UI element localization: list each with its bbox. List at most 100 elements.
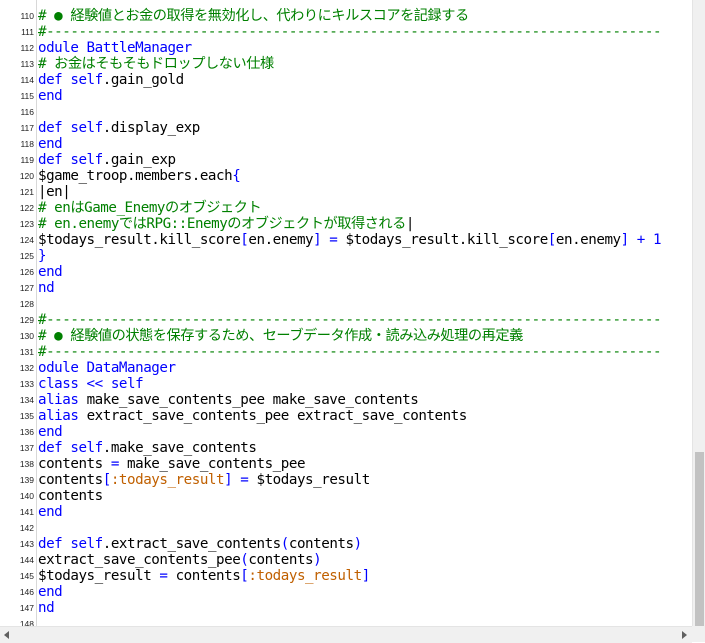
code-line[interactable]: end (38, 584, 63, 600)
line-number: 111 (21, 27, 34, 37)
code-token: def (38, 440, 71, 456)
line-number: 112 (20, 43, 34, 53)
code-line[interactable]: } (38, 248, 47, 264)
code-line[interactable]: $game_troop.members.each{ (38, 168, 241, 184)
code-token: # en.enemyではRPG::Enemyのオブジェクトが取得される (38, 216, 406, 232)
code-token: $todays_result.kill_score (38, 232, 241, 248)
code-token: nd (38, 280, 55, 296)
code-line[interactable]: # enはGame_Enemyのオブジェクト (38, 200, 262, 216)
scroll-left-arrow-icon[interactable] (4, 631, 9, 639)
code-token: end (38, 88, 63, 104)
code-line[interactable]: #---------------------------------------… (38, 24, 662, 40)
code-token: :todays_result (248, 568, 362, 584)
vertical-scrollbar-thumb[interactable] (695, 452, 704, 626)
code-token: odule DataManager (38, 360, 176, 376)
code-editor[interactable]: 110 111 112 113 114 115 116 117 118 119 120 121 122 1… (0, 0, 692, 626)
code-line[interactable]: end (38, 264, 63, 280)
code-token: .make_save_contents (102, 440, 257, 456)
code-line[interactable]: # ● 経験値の状態を保存するため、セーブデータ作成・読み込み処理の再定義 (38, 328, 523, 344)
code-token: $todays_result (38, 568, 160, 584)
line-number: 129 (19, 315, 34, 325)
code-token: [ (102, 472, 112, 488)
code-line[interactable]: extract_save_contents_pee(contents) (38, 552, 322, 568)
line-number: 148 (19, 619, 34, 626)
code-line[interactable]: end (38, 136, 63, 152)
code-line[interactable]: contents (38, 488, 103, 504)
code-line[interactable]: odule BattleManager (38, 40, 192, 56)
code-line[interactable]: odule DataManager (38, 360, 176, 376)
code-line[interactable]: def self.display_exp (38, 120, 200, 136)
code-line[interactable]: end (38, 424, 63, 440)
code-token: alias (38, 392, 87, 408)
line-number: 131 (19, 347, 34, 357)
code-token: en.enemy (248, 232, 314, 248)
line-number: 118 (20, 139, 34, 149)
code-line[interactable]: end (38, 88, 63, 104)
line-number: 141 (19, 507, 34, 517)
code-token: #---------------------------------------… (38, 312, 662, 328)
scrollbar-corner (692, 626, 705, 642)
code-line[interactable]: def self.gain_exp (38, 152, 176, 168)
horizontal-scrollbar[interactable] (0, 626, 692, 643)
code-line[interactable]: contents[:todays_result] = $todays_resul… (38, 472, 370, 488)
code-line[interactable]: $todays_result = contents[:todays_result… (38, 568, 370, 584)
code-token: def (38, 152, 71, 168)
code-line[interactable]: # en.enemyではRPG::Enemyのオブジェクトが取得される| (38, 216, 414, 232)
line-number: 123 (19, 219, 34, 229)
line-number: 145 (19, 571, 34, 581)
code-token: } (38, 248, 47, 264)
code-token: = (110, 456, 128, 472)
code-line[interactable]: nd (38, 280, 55, 296)
line-number: 122 (19, 203, 34, 213)
code-line[interactable]: contents = make_save_contents_pee (38, 456, 305, 472)
code-token: self (70, 120, 103, 136)
code-line[interactable]: #---------------------------------------… (38, 312, 662, 328)
code-token: end (38, 136, 63, 152)
code-token: contents (288, 536, 354, 552)
code-token: nd (38, 600, 55, 616)
line-number: 144 (19, 555, 34, 565)
code-line[interactable]: def self.extract_save_contents(contents) (38, 536, 362, 552)
line-number: 114 (20, 75, 34, 85)
code-token: ] + 1 (620, 232, 662, 248)
line-number: 121 (19, 187, 34, 197)
code-token: ) (353, 536, 363, 552)
code-line[interactable]: end (38, 504, 63, 520)
line-number: 130 (19, 331, 34, 341)
code-line[interactable]: #---------------------------------------… (38, 344, 662, 360)
line-number: 138 (19, 459, 34, 469)
code-token: # お金はそもそもドロップしない仕様 (38, 56, 274, 72)
code-line[interactable]: def self.make_save_contents (38, 440, 257, 456)
code-token: #---------------------------------------… (38, 24, 662, 40)
code-line[interactable]: class << self (38, 376, 144, 392)
code-line[interactable]: def self.gain_gold (38, 72, 184, 88)
code-token: # enはGame_Enemyのオブジェクト (38, 200, 262, 216)
line-number: 127 (19, 283, 34, 293)
code-token: end (38, 264, 63, 280)
line-number: 146 (19, 587, 34, 597)
code-token: $todays_result.kill_score (345, 232, 549, 248)
line-number: 137 (19, 443, 34, 453)
line-number: 115 (20, 91, 34, 101)
line-number: 133 (19, 379, 34, 389)
code-line[interactable]: alias extract_save_contents_pee extract_… (38, 408, 467, 424)
code-line[interactable]: |en| (38, 184, 71, 200)
line-number: 136 (19, 427, 34, 437)
code-token: def (38, 120, 71, 136)
code-line[interactable]: # お金はそもそもドロップしない仕様 (38, 56, 274, 72)
code-line[interactable]: nd (38, 600, 55, 616)
code-token: .display_exp (102, 120, 201, 136)
code-line[interactable]: alias make_save_contents_pee make_save_c… (38, 392, 419, 408)
code-token: contents (175, 568, 241, 584)
code-token: self (70, 152, 103, 168)
code-line[interactable]: $todays_result.kill_score[en.enemy] = $t… (38, 232, 662, 248)
code-token: ( (280, 536, 290, 552)
code-line[interactable]: # ● 経験値とお金の取得を無効化し、代わりにキルスコアを記録する (38, 8, 469, 24)
code-token: odule BattleManager (38, 40, 192, 56)
vertical-scrollbar[interactable] (692, 0, 705, 626)
code-token: ] (361, 568, 371, 584)
code-token: end (38, 584, 63, 600)
code-token: self (70, 536, 103, 552)
scroll-right-arrow-icon[interactable] (682, 631, 687, 639)
code-token: extract_save_contents_pee (38, 552, 241, 568)
